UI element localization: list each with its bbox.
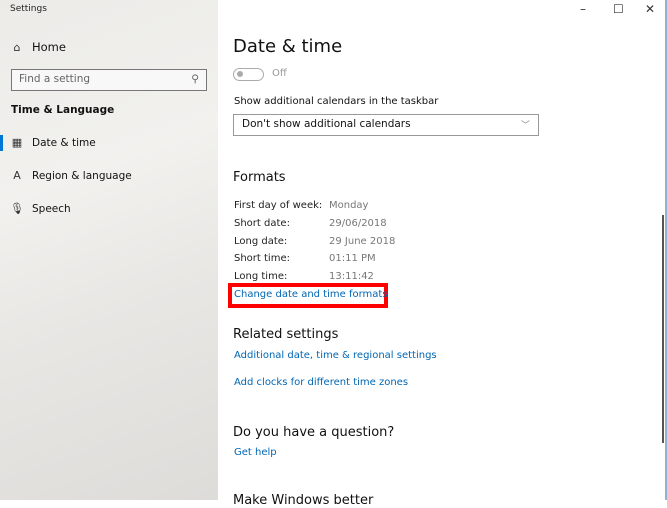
format-key: Long date: xyxy=(234,236,288,247)
microphone-icon: 🎙 xyxy=(10,202,24,215)
format-row: Long date: 29 June 2018 xyxy=(234,236,395,247)
minimize-button[interactable]: – xyxy=(580,2,586,16)
format-value: 01:11 PM xyxy=(329,253,376,264)
format-value: 13:11:42 xyxy=(329,271,374,282)
app-title: Settings xyxy=(10,4,47,14)
change-formats-link[interactable]: Change date and time formats xyxy=(234,289,388,300)
toggle-switch[interactable] xyxy=(233,68,264,81)
search-icon: ⚲ xyxy=(191,73,199,85)
format-row: Long time: 13:11:42 xyxy=(234,271,374,282)
add-clocks-link[interactable]: Add clocks for different time zones xyxy=(234,377,408,388)
chevron-down-icon: ﹀ xyxy=(520,121,530,131)
format-row: Short date: 29/06/2018 xyxy=(234,218,387,229)
close-button[interactable]: ✕ xyxy=(645,2,655,16)
format-row: First day of week: Monday xyxy=(234,200,368,211)
question-heading: Do you have a question? xyxy=(233,425,395,440)
format-value: 29/06/2018 xyxy=(329,218,387,229)
language-icon: A xyxy=(13,169,21,182)
sidebar-item-date-time[interactable]: ▦ Date & time xyxy=(10,136,96,149)
format-value: 29 June 2018 xyxy=(329,236,396,247)
group-heading: Time & Language xyxy=(11,104,115,116)
search-input[interactable]: Find a setting ⚲ xyxy=(11,69,207,91)
get-help-link[interactable]: Get help xyxy=(234,447,277,458)
nav-label: Date & time xyxy=(32,136,96,149)
format-value: Monday xyxy=(329,200,369,211)
calendar-clock-icon: ▦ xyxy=(11,136,23,149)
calendars-dropdown[interactable]: Don't show additional calendars ﹀ xyxy=(233,114,539,136)
scrollbar[interactable] xyxy=(662,215,664,443)
format-key: Long time: xyxy=(234,271,288,282)
maximize-button[interactable]: ☐ xyxy=(613,2,624,16)
sidebar: Settings ⌂ Home Find a setting ⚲ Time & La… xyxy=(0,0,218,500)
content-pane: – ☐ ✕ Date & time Off Show additional ca… xyxy=(218,0,667,508)
dropdown-value: Don't show additional calendars xyxy=(242,118,411,130)
sidebar-item-speech[interactable]: 🎙 Speech xyxy=(10,202,71,215)
search-placeholder: Find a setting xyxy=(19,73,91,85)
sidebar-home[interactable]: ⌂ Home xyxy=(10,40,66,54)
nav-label: Speech xyxy=(32,202,71,215)
calendars-label: Show additional calendars in the taskbar xyxy=(234,96,439,107)
format-key: Short time: xyxy=(234,253,290,264)
selected-indicator xyxy=(0,135,3,151)
additional-settings-link[interactable]: Additional date, time & regional setting… xyxy=(234,350,437,361)
format-key: Short date: xyxy=(234,218,290,229)
formats-heading: Formats xyxy=(233,170,286,185)
format-row: Short time: 01:11 PM xyxy=(234,253,376,264)
home-label: Home xyxy=(32,40,66,54)
sidebar-item-region-language[interactable]: A Region & language xyxy=(10,169,132,182)
nav-label: Region & language xyxy=(32,169,132,182)
format-key: First day of week: xyxy=(234,200,323,211)
home-icon: ⌂ xyxy=(13,40,21,54)
related-heading: Related settings xyxy=(233,327,339,342)
partial-heading: Make Windows better xyxy=(233,493,374,508)
page-title: Date & time xyxy=(233,36,343,57)
toggle-state: Off xyxy=(272,68,287,79)
